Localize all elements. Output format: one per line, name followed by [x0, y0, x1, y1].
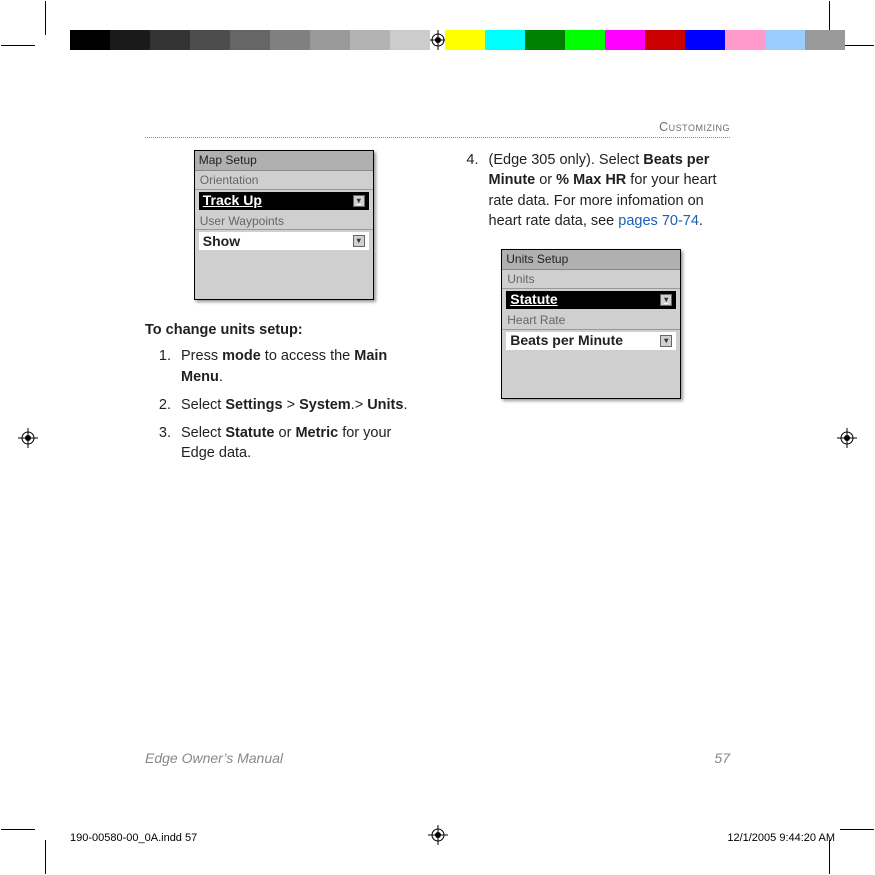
units-field: Statute ▾: [506, 291, 676, 309]
color-bar: [445, 30, 845, 50]
crop-mark: [1, 829, 35, 830]
device-label: User Waypoints: [195, 212, 373, 231]
left-column: Map Setup Orientation Track Up ▾ User Wa…: [145, 150, 423, 472]
dropdown-icon: ▾: [353, 195, 365, 207]
field-value: Beats per Minute: [510, 331, 623, 351]
crop-mark: [1, 45, 35, 46]
crop-mark: [45, 1, 46, 35]
right-column: (Edge 305 only). Select Beats per Minute…: [453, 150, 731, 472]
page-number: 57: [714, 750, 730, 766]
step-3: Select Statute or Metric for your Edge d…: [175, 423, 423, 464]
device-label: Units: [502, 270, 680, 289]
manual-title: Edge Owner’s Manual: [145, 750, 283, 766]
field-value: Show: [203, 232, 240, 252]
color-bar: [70, 30, 430, 50]
dropdown-icon: ▾: [660, 294, 672, 306]
map-setup-screenshot: Map Setup Orientation Track Up ▾ User Wa…: [194, 150, 374, 300]
page-link[interactable]: pages 70-74: [618, 213, 699, 229]
crop-mark: [45, 840, 46, 874]
step-2: Select Settings > System.> Units.: [175, 395, 423, 415]
field-value: Statute: [510, 290, 557, 310]
crop-mark: [829, 840, 830, 874]
device-label: Orientation: [195, 171, 373, 190]
page-body: Customizing Map Setup Orientation Track …: [145, 120, 730, 472]
device-title: Map Setup: [195, 151, 373, 171]
step-4: (Edge 305 only). Select Beats per Minute…: [483, 150, 731, 231]
step-1: Press mode to access the Main Menu.: [175, 346, 423, 387]
indd-timestamp: 12/1/2005 9:44:20 AM: [727, 832, 835, 844]
running-head: Customizing: [145, 120, 730, 138]
page-footer: Edge Owner’s Manual 57: [145, 750, 730, 766]
crop-mark: [840, 829, 874, 830]
waypoints-field: Show ▾: [199, 232, 369, 250]
units-setup-screenshot: Units Setup Units Statute ▾ Heart Rate B…: [501, 249, 681, 399]
steps-list: Press mode to access the Main Menu. Sele…: [145, 346, 423, 463]
imposition-footer: 190-00580-00_0A.indd 57 12/1/2005 9:44:2…: [70, 832, 835, 844]
registration-mark-icon: [18, 428, 38, 448]
device-label: Heart Rate: [502, 311, 680, 330]
orientation-field: Track Up ▾: [199, 192, 369, 210]
device-title: Units Setup: [502, 250, 680, 270]
indd-filename: 190-00580-00_0A.indd 57: [70, 832, 197, 844]
dropdown-icon: ▾: [660, 335, 672, 347]
heart-rate-field: Beats per Minute ▾: [506, 332, 676, 350]
crop-mark: [840, 45, 874, 46]
dropdown-icon: ▾: [353, 235, 365, 247]
field-value: Track Up: [203, 191, 262, 211]
registration-mark-icon: [837, 428, 857, 448]
steps-list-cont: (Edge 305 only). Select Beats per Minute…: [453, 150, 731, 231]
section-heading: To change units setup:: [145, 320, 423, 340]
